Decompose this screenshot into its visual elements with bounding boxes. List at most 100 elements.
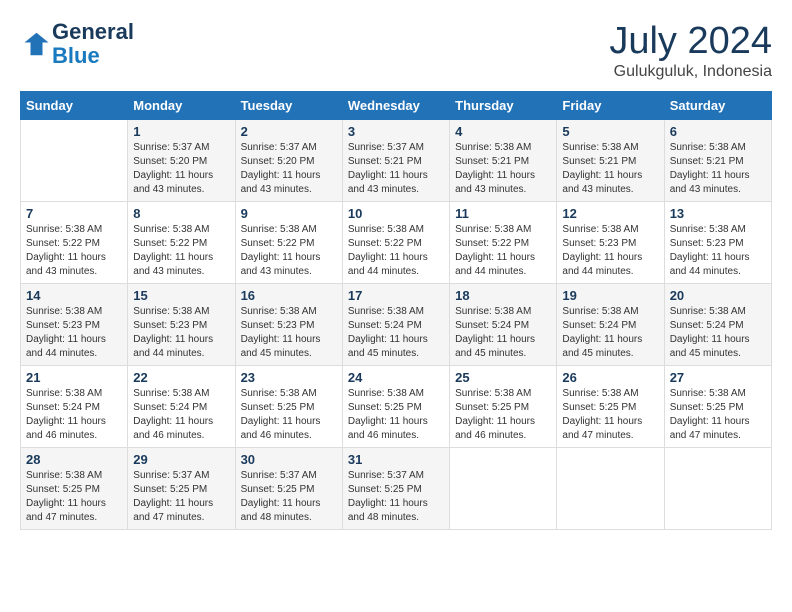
day-cell: 16 Sunrise: 5:38 AM Sunset: 5:23 PM Dayl… xyxy=(235,284,342,366)
day-cell: 11 Sunrise: 5:38 AM Sunset: 5:22 PM Dayl… xyxy=(450,202,557,284)
week-row-2: 14 Sunrise: 5:38 AM Sunset: 5:23 PM Dayl… xyxy=(21,284,772,366)
day-cell: 27 Sunrise: 5:38 AM Sunset: 5:25 PM Dayl… xyxy=(664,366,771,448)
day-info: Sunrise: 5:37 AM Sunset: 5:20 PM Dayligh… xyxy=(241,141,337,197)
day-info: Sunrise: 5:37 AM Sunset: 5:25 PM Dayligh… xyxy=(241,469,337,525)
day-number: 27 xyxy=(670,370,766,385)
day-number: 5 xyxy=(562,124,658,139)
location-subtitle: Gulukguluk, Indonesia xyxy=(609,63,772,81)
week-row-3: 21 Sunrise: 5:38 AM Sunset: 5:24 PM Dayl… xyxy=(21,366,772,448)
day-cell: 19 Sunrise: 5:38 AM Sunset: 5:24 PM Dayl… xyxy=(557,284,664,366)
day-cell: 22 Sunrise: 5:38 AM Sunset: 5:24 PM Dayl… xyxy=(128,366,235,448)
day-info: Sunrise: 5:38 AM Sunset: 5:23 PM Dayligh… xyxy=(670,223,766,279)
header-cell-wednesday: Wednesday xyxy=(342,92,449,120)
day-number: 15 xyxy=(133,288,229,303)
day-info: Sunrise: 5:38 AM Sunset: 5:21 PM Dayligh… xyxy=(670,141,766,197)
day-number: 2 xyxy=(241,124,337,139)
day-number: 13 xyxy=(670,206,766,221)
day-number: 30 xyxy=(241,452,337,467)
day-cell: 3 Sunrise: 5:37 AM Sunset: 5:21 PM Dayli… xyxy=(342,120,449,202)
day-number: 11 xyxy=(455,206,551,221)
day-info: Sunrise: 5:38 AM Sunset: 5:23 PM Dayligh… xyxy=(562,223,658,279)
day-cell: 25 Sunrise: 5:38 AM Sunset: 5:25 PM Dayl… xyxy=(450,366,557,448)
day-cell: 17 Sunrise: 5:38 AM Sunset: 5:24 PM Dayl… xyxy=(342,284,449,366)
day-number: 1 xyxy=(133,124,229,139)
week-row-1: 7 Sunrise: 5:38 AM Sunset: 5:22 PM Dayli… xyxy=(21,202,772,284)
day-cell: 20 Sunrise: 5:38 AM Sunset: 5:24 PM Dayl… xyxy=(664,284,771,366)
header-cell-sunday: Sunday xyxy=(21,92,128,120)
day-cell xyxy=(664,448,771,530)
day-info: Sunrise: 5:38 AM Sunset: 5:23 PM Dayligh… xyxy=(133,305,229,361)
day-info: Sunrise: 5:38 AM Sunset: 5:24 PM Dayligh… xyxy=(562,305,658,361)
month-title: July 2024 xyxy=(609,20,772,63)
day-info: Sunrise: 5:37 AM Sunset: 5:25 PM Dayligh… xyxy=(133,469,229,525)
day-info: Sunrise: 5:38 AM Sunset: 5:21 PM Dayligh… xyxy=(562,141,658,197)
day-cell xyxy=(450,448,557,530)
day-cell: 15 Sunrise: 5:38 AM Sunset: 5:23 PM Dayl… xyxy=(128,284,235,366)
day-cell: 21 Sunrise: 5:38 AM Sunset: 5:24 PM Dayl… xyxy=(21,366,128,448)
day-info: Sunrise: 5:38 AM Sunset: 5:25 PM Dayligh… xyxy=(455,387,551,443)
day-number: 17 xyxy=(348,288,444,303)
day-info: Sunrise: 5:38 AM Sunset: 5:23 PM Dayligh… xyxy=(241,305,337,361)
day-number: 22 xyxy=(133,370,229,385)
day-number: 6 xyxy=(670,124,766,139)
day-info: Sunrise: 5:38 AM Sunset: 5:22 PM Dayligh… xyxy=(241,223,337,279)
page-header: GeneralBlue July 2024 Gulukguluk, Indone… xyxy=(20,20,772,81)
header-row: SundayMondayTuesdayWednesdayThursdayFrid… xyxy=(21,92,772,120)
day-info: Sunrise: 5:38 AM Sunset: 5:25 PM Dayligh… xyxy=(562,387,658,443)
day-info: Sunrise: 5:38 AM Sunset: 5:23 PM Dayligh… xyxy=(26,305,122,361)
header-cell-friday: Friday xyxy=(557,92,664,120)
day-cell: 4 Sunrise: 5:38 AM Sunset: 5:21 PM Dayli… xyxy=(450,120,557,202)
day-number: 4 xyxy=(455,124,551,139)
day-number: 18 xyxy=(455,288,551,303)
day-info: Sunrise: 5:38 AM Sunset: 5:22 PM Dayligh… xyxy=(348,223,444,279)
day-number: 24 xyxy=(348,370,444,385)
day-cell: 31 Sunrise: 5:37 AM Sunset: 5:25 PM Dayl… xyxy=(342,448,449,530)
day-number: 3 xyxy=(348,124,444,139)
day-info: Sunrise: 5:38 AM Sunset: 5:25 PM Dayligh… xyxy=(26,469,122,525)
day-cell: 14 Sunrise: 5:38 AM Sunset: 5:23 PM Dayl… xyxy=(21,284,128,366)
day-info: Sunrise: 5:37 AM Sunset: 5:25 PM Dayligh… xyxy=(348,469,444,525)
day-cell: 24 Sunrise: 5:38 AM Sunset: 5:25 PM Dayl… xyxy=(342,366,449,448)
day-cell xyxy=(21,120,128,202)
day-cell xyxy=(557,448,664,530)
day-info: Sunrise: 5:38 AM Sunset: 5:22 PM Dayligh… xyxy=(455,223,551,279)
logo-icon xyxy=(20,29,50,59)
header-cell-monday: Monday xyxy=(128,92,235,120)
day-number: 31 xyxy=(348,452,444,467)
day-info: Sunrise: 5:38 AM Sunset: 5:21 PM Dayligh… xyxy=(455,141,551,197)
day-info: Sunrise: 5:38 AM Sunset: 5:22 PM Dayligh… xyxy=(26,223,122,279)
day-number: 8 xyxy=(133,206,229,221)
day-number: 16 xyxy=(241,288,337,303)
logo: GeneralBlue xyxy=(20,20,134,68)
day-cell: 28 Sunrise: 5:38 AM Sunset: 5:25 PM Dayl… xyxy=(21,448,128,530)
day-number: 21 xyxy=(26,370,122,385)
day-cell: 10 Sunrise: 5:38 AM Sunset: 5:22 PM Dayl… xyxy=(342,202,449,284)
day-cell: 5 Sunrise: 5:38 AM Sunset: 5:21 PM Dayli… xyxy=(557,120,664,202)
day-cell: 6 Sunrise: 5:38 AM Sunset: 5:21 PM Dayli… xyxy=(664,120,771,202)
day-number: 12 xyxy=(562,206,658,221)
day-number: 28 xyxy=(26,452,122,467)
day-info: Sunrise: 5:38 AM Sunset: 5:22 PM Dayligh… xyxy=(133,223,229,279)
header-cell-tuesday: Tuesday xyxy=(235,92,342,120)
day-cell: 26 Sunrise: 5:38 AM Sunset: 5:25 PM Dayl… xyxy=(557,366,664,448)
header-cell-thursday: Thursday xyxy=(450,92,557,120)
day-info: Sunrise: 5:37 AM Sunset: 5:20 PM Dayligh… xyxy=(133,141,229,197)
day-cell: 12 Sunrise: 5:38 AM Sunset: 5:23 PM Dayl… xyxy=(557,202,664,284)
day-info: Sunrise: 5:37 AM Sunset: 5:21 PM Dayligh… xyxy=(348,141,444,197)
header-cell-saturday: Saturday xyxy=(664,92,771,120)
day-cell: 2 Sunrise: 5:37 AM Sunset: 5:20 PM Dayli… xyxy=(235,120,342,202)
day-cell: 30 Sunrise: 5:37 AM Sunset: 5:25 PM Dayl… xyxy=(235,448,342,530)
day-number: 25 xyxy=(455,370,551,385)
title-area: July 2024 Gulukguluk, Indonesia xyxy=(609,20,772,81)
day-number: 10 xyxy=(348,206,444,221)
day-cell: 29 Sunrise: 5:37 AM Sunset: 5:25 PM Dayl… xyxy=(128,448,235,530)
day-number: 7 xyxy=(26,206,122,221)
day-cell: 23 Sunrise: 5:38 AM Sunset: 5:25 PM Dayl… xyxy=(235,366,342,448)
day-cell: 13 Sunrise: 5:38 AM Sunset: 5:23 PM Dayl… xyxy=(664,202,771,284)
day-number: 14 xyxy=(26,288,122,303)
calendar-table: SundayMondayTuesdayWednesdayThursdayFrid… xyxy=(20,91,772,530)
day-info: Sunrise: 5:38 AM Sunset: 5:24 PM Dayligh… xyxy=(670,305,766,361)
day-info: Sunrise: 5:38 AM Sunset: 5:24 PM Dayligh… xyxy=(26,387,122,443)
day-number: 19 xyxy=(562,288,658,303)
day-info: Sunrise: 5:38 AM Sunset: 5:25 PM Dayligh… xyxy=(241,387,337,443)
